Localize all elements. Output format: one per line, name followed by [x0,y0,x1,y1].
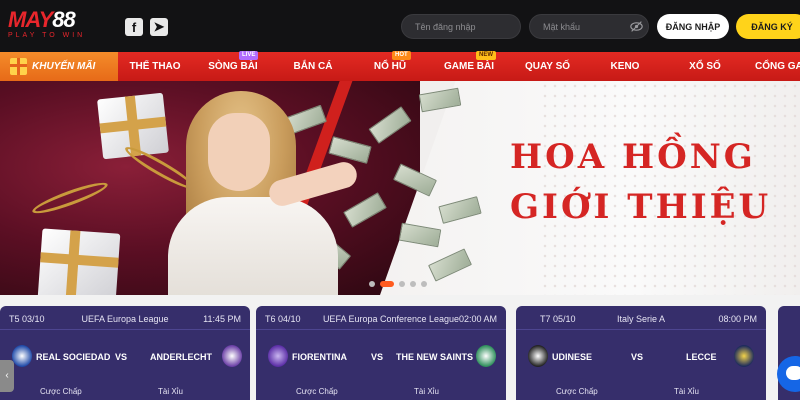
team-crest-icon [268,345,288,367]
nav-item-lottery-spin[interactable]: QUAY SỐ [525,52,571,81]
home-team-name: UDINESE [552,352,593,362]
slide-dot[interactable] [369,281,375,287]
nav-item-label: SÒNG BÀI [208,61,258,72]
match-teams: UDINESE VS LECCE [516,345,766,369]
match-card[interactable]: T5 03/10 UEFA Europa League 11:45 PM REA… [0,306,250,400]
eye-icon-svg [630,21,643,32]
slide-dot[interactable] [399,281,405,287]
nav-item-label: GAME BÀI [444,61,494,72]
match-teams: REAL SOCIEDAD VS ANDERLECHT [0,345,250,369]
register-button[interactable]: ĐĂNG KÝ [736,14,800,39]
away-team-name: LECCE [686,352,717,362]
nav-item-label: CỔNG GAM [755,61,800,72]
versus-label: VS [631,352,644,362]
versus-label: VS [115,352,128,362]
nav-item-label: THỂ THAO [129,61,181,72]
page: MAY88 PLAY TO WIN f ➤ ĐĂNG NHẬP ĐĂNG KÝ … [0,0,800,400]
nav-item-label: NỔ HŨ [373,61,407,72]
match-time: 08:00 PM [718,314,757,324]
nav-item-label: QUAY SỐ [525,61,571,72]
odds-handicap-label[interactable]: Cược Chấp [556,387,598,396]
versus-label: VS [371,352,384,362]
team-crest-icon [528,345,548,367]
home-team-name: REAL SOCIEDAD [36,352,111,362]
match-teams: FIORENTINA VS THE NEW SAINTS [256,345,506,369]
team-crest-icon [476,345,496,367]
match-time: 02:00 AM [458,314,497,324]
nav-item-casino[interactable]: LIVE SÒNG BÀI [205,51,261,81]
nav-item-label: KENO [610,61,640,72]
slide-dot-active[interactable] [380,281,394,287]
banner-pagination [369,281,427,287]
nav-item-lottery[interactable]: XỔ SỐ [688,52,722,81]
gift-box-icon [37,228,121,295]
match-card-header: T5 03/10 UEFA Europa League 11:45 PM [0,306,250,330]
logo-wordmark: MAY88 [8,9,108,31]
away-team-name: ANDERLECHT [150,352,212,362]
odds-over-under-label[interactable]: Tài Xỉu [414,387,439,396]
eye-icon[interactable] [630,20,643,33]
odds-over-under-label[interactable]: Tài Xỉu [674,387,699,396]
nav-item-label: KHUYẾN MÃI [32,61,96,72]
nav-item-label: XỔ SỐ [689,61,721,72]
away-team-name: THE NEW SAINTS [396,352,474,362]
slide-dot[interactable] [421,281,427,287]
top-header: MAY88 PLAY TO WIN f ➤ ĐĂNG NHẬP ĐĂNG KÝ [0,0,800,52]
nav-item-sports[interactable]: THỂ THAO [128,52,182,81]
match-card-header: T6 04/10 UEFA Europa Conference League 0… [256,306,506,330]
banner-title-line1: HOA HỒNG [510,137,756,177]
match-card-header: T7 05/10 Italy Serie A 08:00 PM [516,306,766,330]
live-badge: LIVE [239,51,259,60]
home-team-name: FIORENTINA [292,352,347,362]
nav-item-slots[interactable]: HOT NỔ HŨ [372,51,411,81]
promo-banner[interactable]: HOA HỒNG GIỚI THIỆU [0,81,800,295]
matches-strip: T5 03/10 UEFA Europa League 11:45 PM REA… [0,295,800,400]
team-crest-icon [222,345,242,367]
gift-icon [10,58,27,75]
nav-item-keno[interactable]: KENO [610,52,640,81]
odds-handicap-label[interactable]: Cược Chấp [296,387,338,396]
facebook-icon[interactable]: f [125,18,143,36]
match-card[interactable]: T7 05/10 Italy Serie A 08:00 PM UDINESE … [516,306,766,400]
odds-over-under-label[interactable]: Tài Xỉu [158,387,183,396]
model-face [208,113,270,191]
match-time: 11:45 PM [203,314,241,324]
nav-item-promotions[interactable]: KHUYẾN MÃI [0,52,118,81]
team-crest-icon [12,345,32,367]
nav-item-game-portal[interactable]: CỔNG GAM [755,52,800,81]
slide-dot[interactable] [410,281,416,287]
odds-handicap-label[interactable]: Cược Chấp [40,387,82,396]
new-badge: NEW [476,51,496,60]
match-card[interactable]: T6 04/10 UEFA Europa Conference League 0… [256,306,506,400]
nav-item-fishing[interactable]: BẮN CÁ [290,52,336,81]
banner-model-image [168,87,360,295]
model-body [168,197,338,295]
username-input[interactable] [401,14,521,39]
team-crest-icon [734,345,754,367]
login-button[interactable]: ĐĂNG NHẬP [657,14,729,39]
nav-item-card-games[interactable]: NEW GAME BÀI [444,51,496,81]
carousel-prev-arrow-icon[interactable]: ‹ [0,360,14,392]
hot-badge: HOT [392,51,411,60]
site-logo[interactable]: MAY88 PLAY TO WIN [8,9,108,43]
logo-wordmark-white: 88 [52,7,76,32]
logo-tagline: PLAY TO WIN [8,32,86,39]
nav-item-label: BẮN CÁ [293,61,333,72]
banner-title-line2: GIỚI THIỆU [510,187,772,227]
main-nav: KHUYẾN MÃI THỂ THAO LIVE SÒNG BÀI BẮN CÁ… [0,51,800,81]
logo-wordmark-red: MAY [8,7,53,32]
telegram-icon[interactable]: ➤ [150,18,168,36]
